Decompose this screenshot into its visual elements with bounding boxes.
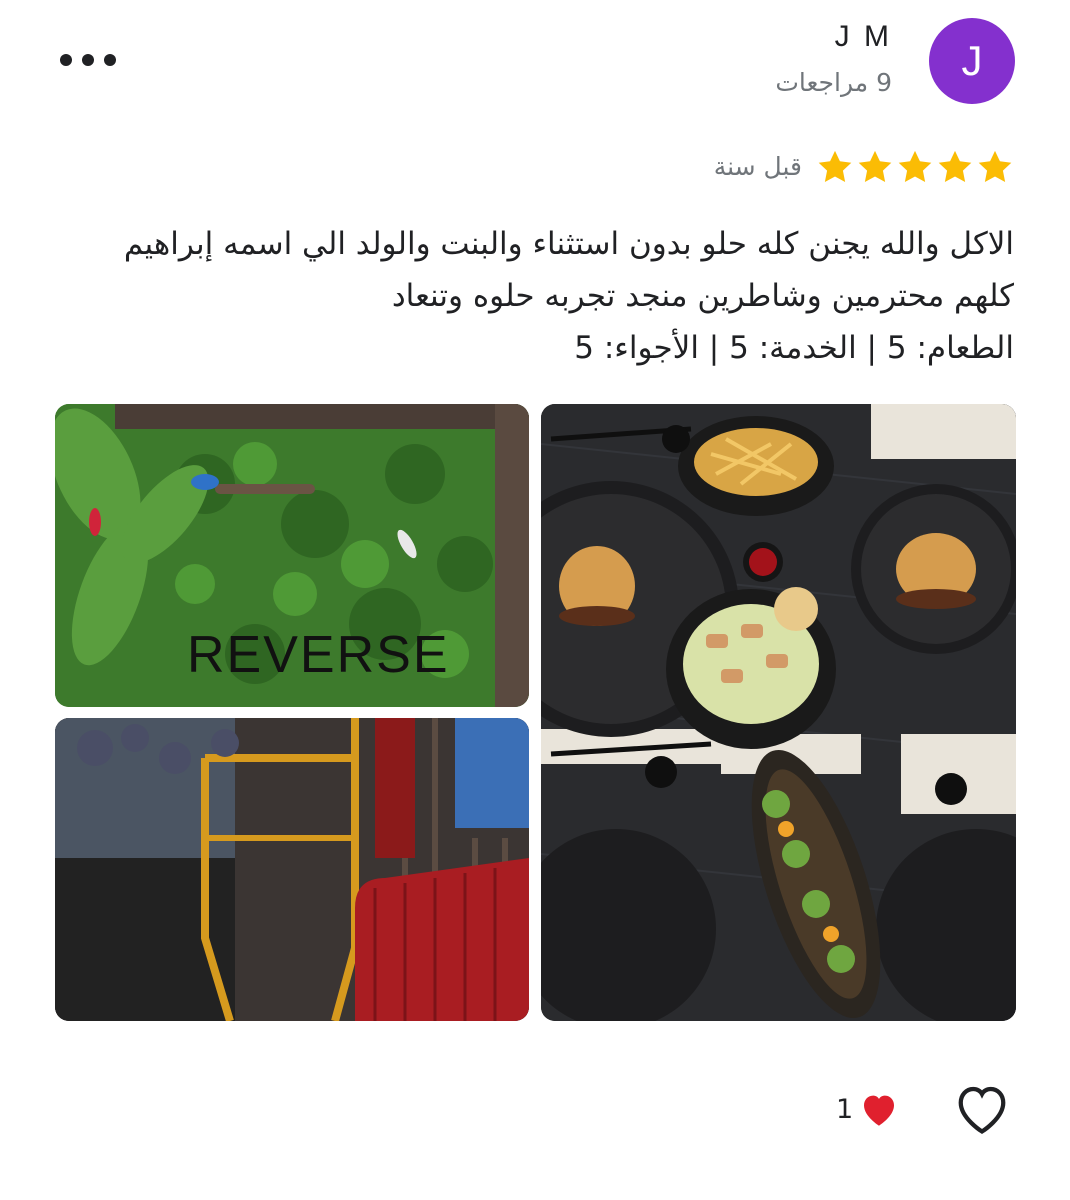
avatar-initial: J: [961, 37, 983, 84]
star-icon: [858, 150, 892, 183]
photo-green-wall[interactable]: REVERSE: [55, 404, 529, 707]
heart-outline-icon: [958, 1086, 1006, 1135]
review-line: كلهم محترمين وشاطرين منجد تجربه حلوه وتن…: [391, 278, 1014, 314]
red-heart-icon: [864, 1095, 895, 1126]
review-text: الاكل والله يجنن كله حلو بدون استثناء وا…: [44, 218, 1014, 374]
reaction-count[interactable]: 1: [836, 1090, 899, 1128]
star-icon: [818, 150, 852, 183]
star-icon: [978, 150, 1012, 183]
photo-interior[interactable]: [55, 718, 529, 1021]
like-button[interactable]: [952, 1080, 1012, 1138]
wall-sign-text: REVERSE: [187, 626, 450, 684]
author-name[interactable]: J M: [835, 20, 892, 54]
review-time: قبل سنة: [713, 152, 802, 181]
star-icon: [898, 150, 932, 183]
more-options-button[interactable]: [60, 44, 116, 76]
more-horizontal-icon: [60, 54, 72, 66]
star-icon: [938, 150, 972, 183]
review-line: الاكل والله يجنن كله حلو بدون استثناء وا…: [123, 226, 1014, 262]
reaction-count-value: 1: [836, 1093, 854, 1125]
photo-food-table[interactable]: [541, 404, 1016, 1021]
review-sub-ratings: الطعام: 5 | الخدمة: 5 | الأجواء: 5: [574, 330, 1014, 366]
star-rating: [816, 148, 1014, 186]
avatar[interactable]: J: [929, 18, 1015, 104]
author-review-count: 9 مراجعات: [775, 68, 892, 97]
